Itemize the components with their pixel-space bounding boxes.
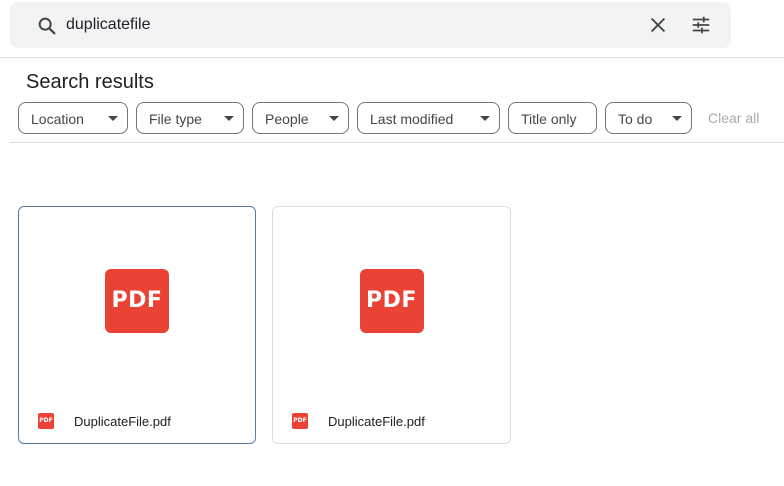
to-do-filter-chip[interactable]: To do — [605, 102, 692, 134]
pdf-thumbnail-label: PDF — [366, 288, 417, 313]
file-card[interactable]: PDF PDF DuplicateFile.pdf — [272, 206, 511, 444]
title-only-filter-chip[interactable]: Title only — [508, 102, 597, 134]
people-filter-chip[interactable]: People — [252, 102, 349, 134]
chip-label: People — [265, 111, 309, 127]
pdf-file-icon: PDF — [38, 413, 54, 429]
search-icon[interactable] — [36, 15, 58, 37]
chip-label: To do — [618, 111, 653, 127]
caret-down-icon — [224, 116, 234, 121]
file-card[interactable]: PDF PDF DuplicateFile.pdf — [18, 206, 256, 444]
search-bar[interactable]: duplicatefile — [10, 2, 731, 48]
chip-label: Title only — [521, 111, 577, 127]
tune-icon[interactable] — [690, 14, 712, 36]
header-divider — [0, 57, 784, 58]
chip-label: Location — [31, 111, 84, 127]
caret-down-icon — [480, 116, 490, 121]
pdf-thumbnail-icon: PDF — [105, 269, 169, 333]
file-name: DuplicateFile.pdf — [328, 414, 425, 429]
pdf-thumbnail-icon: PDF — [359, 269, 424, 333]
location-filter-chip[interactable]: Location — [18, 102, 128, 134]
pdf-thumbnail-label: PDF — [111, 288, 163, 313]
page-title: Search results — [26, 71, 154, 93]
search-input[interactable]: duplicatefile — [66, 15, 151, 35]
caret-down-icon — [329, 116, 339, 121]
pdf-badge-label: PDF — [39, 417, 53, 424]
filters-divider — [10, 142, 784, 143]
caret-down-icon — [108, 116, 118, 121]
file-type-filter-chip[interactable]: File type — [136, 102, 244, 134]
pdf-file-icon: PDF — [292, 413, 308, 429]
close-icon[interactable] — [647, 14, 669, 36]
last-modified-filter-chip[interactable]: Last modified — [357, 102, 500, 134]
file-name: DuplicateFile.pdf — [74, 414, 171, 429]
chip-label: File type — [149, 111, 202, 127]
clear-all-button[interactable]: Clear all — [708, 110, 759, 126]
caret-down-icon — [672, 116, 682, 121]
chip-label: Last modified — [370, 111, 454, 127]
pdf-badge-label: PDF — [293, 417, 307, 424]
